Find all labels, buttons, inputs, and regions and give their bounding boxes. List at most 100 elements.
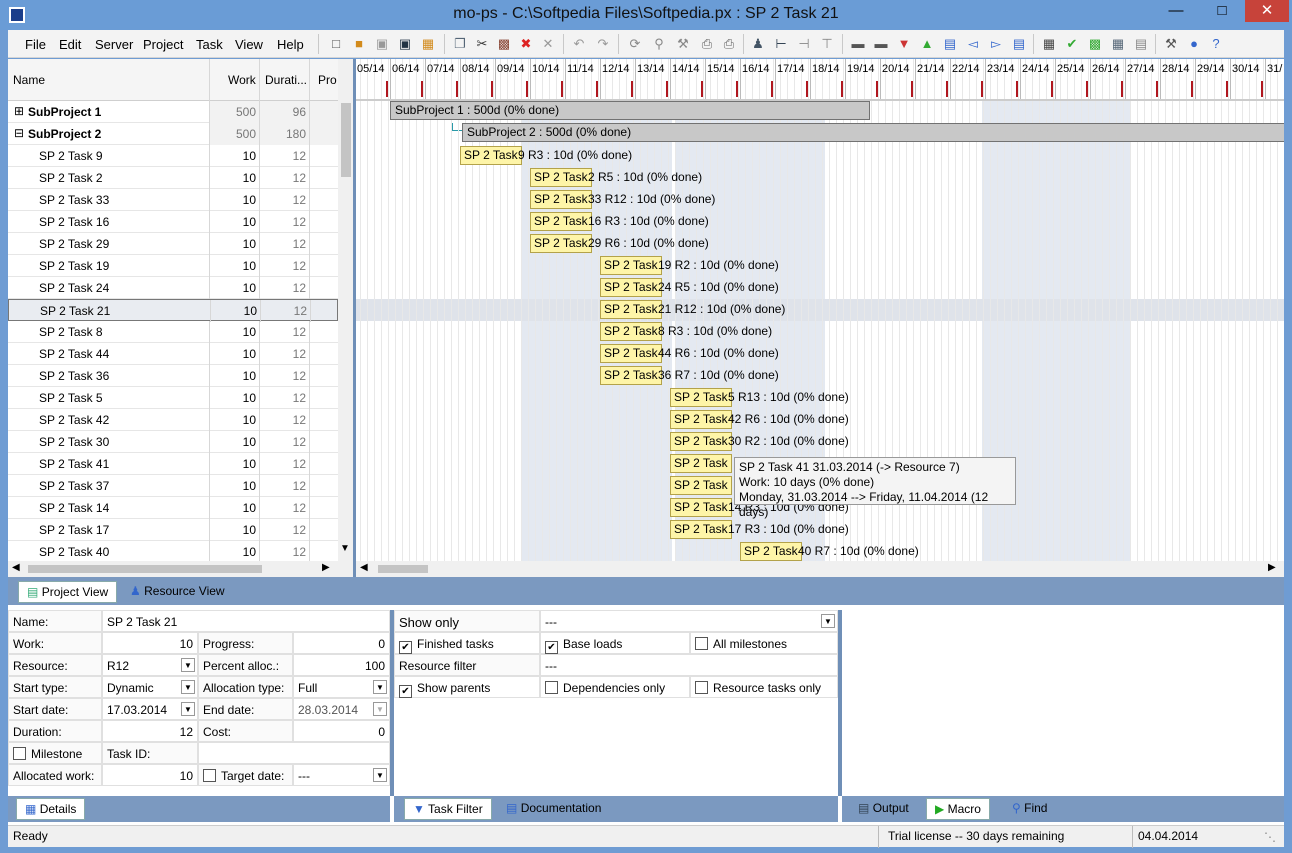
search-icon[interactable]: ⚲ (649, 34, 669, 54)
summary-bar[interactable]: SubProject 1 : 500d (0% done) (390, 101, 870, 120)
col-header-name[interactable]: Name (13, 73, 45, 87)
table-row[interactable]: SP 2 Task 5 10 12 (8, 387, 338, 409)
table-row[interactable]: SP 2 Task 40 10 12 (8, 541, 338, 561)
table-row[interactable]: SP 2 Task 36 10 12 (8, 365, 338, 387)
menu-file[interactable]: File (25, 37, 46, 52)
menu-server[interactable]: Server (95, 37, 133, 52)
checkbox-icon[interactable] (203, 769, 216, 782)
table-row[interactable]: SP 2 Task 9 10 12 (8, 145, 338, 167)
col-header-duration[interactable]: Durati... (265, 73, 307, 87)
task-bar[interactable]: SP 2 Task (460, 146, 522, 165)
table-row[interactable]: SP 2 Task 19 10 12 (8, 255, 338, 277)
cut-icon[interactable]: ✂ (472, 34, 492, 54)
show-only-select[interactable]: --- ▼ (540, 610, 838, 632)
shift-right-icon[interactable]: ▻ (986, 34, 1006, 54)
gantt-horizontal-scrollbar[interactable]: ◀ ▶ (356, 561, 1284, 577)
align-icon[interactable]: ▤ (940, 34, 960, 54)
scroll-down-icon[interactable]: ▼ (340, 543, 350, 554)
table-row[interactable]: SP 2 Task 41 10 12 (8, 453, 338, 475)
tab-output[interactable]: ▤ Output (850, 798, 917, 820)
level-icon[interactable]: ▤ (1009, 34, 1029, 54)
alloc-type-select[interactable]: Full ▼ (293, 676, 390, 698)
print-icon[interactable]: ⎙ (697, 34, 717, 54)
help-icon[interactable]: ? (1206, 34, 1226, 54)
show-parents-checkbox[interactable]: ✔ Show parents (394, 676, 540, 698)
table-row[interactable]: SP 2 Task 29 10 12 (8, 233, 338, 255)
link-icon[interactable]: ▬ (848, 34, 868, 54)
tab-project-view[interactable]: ▤ Project View (18, 581, 118, 603)
start-type-select[interactable]: Dynamic ▼ (102, 676, 198, 698)
scroll-left-icon[interactable]: ◀ (12, 562, 20, 573)
table-row[interactable]: SP 2 Task 21 10 12 (8, 299, 338, 322)
milestone-checkbox[interactable]: Milestone (8, 742, 102, 764)
save-icon[interactable]: ▣ (372, 34, 392, 54)
task-bar[interactable]: SP 2 Task (600, 344, 662, 363)
task-bar[interactable]: SP 2 Task (530, 190, 592, 209)
tab-resource-view[interactable]: ♟ Resource View (122, 581, 233, 603)
gantt-scroll-right-icon[interactable]: ▶ (1268, 562, 1276, 573)
tab-find[interactable]: ⚲ Find (1004, 798, 1055, 820)
user-tool-icon[interactable]: ♟ (748, 34, 768, 54)
alloc-work-field[interactable]: 10 (102, 764, 198, 786)
percent-alloc-field[interactable]: 100 (293, 654, 390, 676)
work-field[interactable]: 10 (102, 632, 198, 654)
calculator-icon[interactable]: ▦ (1039, 34, 1059, 54)
hierarchy-icon[interactable]: ▦ (418, 34, 438, 54)
scroll-right-icon[interactable]: ▶ (322, 562, 330, 573)
export-icon[interactable]: ▤ (1131, 34, 1151, 54)
dependencies-only-checkbox[interactable]: Dependencies only (540, 676, 690, 698)
finished-tasks-checkbox[interactable]: ✔ Finished tasks (394, 632, 540, 654)
chevron-down-icon[interactable]: ▼ (373, 680, 387, 694)
target-date-checkbox[interactable]: Target date: (198, 764, 293, 786)
task-bar[interactable]: SP 2 Task (670, 454, 732, 473)
resource-select[interactable]: R12 ▼ (102, 654, 198, 676)
checkbox-icon[interactable] (13, 747, 26, 760)
col-header-work[interactable]: Work (228, 73, 256, 87)
indent-icon[interactable]: ⊢ (771, 34, 791, 54)
base-loads-checkbox[interactable]: ✔ Base loads (540, 632, 690, 654)
chevron-down-icon[interactable]: ▼ (181, 702, 195, 716)
chat-icon[interactable]: ● (1184, 34, 1204, 54)
table-row[interactable]: SP 2 Task 37 10 12 (8, 475, 338, 497)
table-row[interactable]: SP 2 Task 24 10 12 (8, 277, 338, 299)
resource-filter-field[interactable]: --- (540, 654, 838, 676)
task-bar[interactable]: SP 2 Task (740, 542, 802, 561)
chevron-down-icon[interactable]: ▼ (373, 768, 387, 782)
copy-icon[interactable]: ❐ (450, 34, 470, 54)
move-up-icon[interactable]: ▲ (917, 34, 937, 54)
menu-view[interactable]: View (235, 37, 263, 52)
table-row[interactable]: SP 2 Task 17 10 12 (8, 519, 338, 541)
save-as-icon[interactable]: ▣ (395, 34, 415, 54)
name-field[interactable]: SP 2 Task 21 (102, 610, 390, 632)
task-bar[interactable]: SP 2 Task (530, 168, 592, 187)
table-row[interactable]: SP 2 Task 8 10 12 (8, 321, 338, 343)
task-bar[interactable]: SP 2 Task (670, 476, 732, 495)
task-bar[interactable]: SP 2 Task (600, 278, 662, 297)
table-row[interactable]: SP 2 Task 14 10 12 (8, 497, 338, 519)
menu-project[interactable]: Project (143, 37, 183, 52)
print-preview-icon[interactable]: ⎙ (719, 34, 739, 54)
settings-icon[interactable]: ⚒ (1161, 34, 1181, 54)
expand-icon[interactable]: ⊞ (14, 104, 24, 118)
table-row[interactable]: SP 2 Task 2 10 12 (8, 167, 338, 189)
calendar-icon[interactable]: ▦ (1108, 34, 1128, 54)
cost-field[interactable]: 0 (293, 720, 390, 742)
gantt-scroll-left-icon[interactable]: ◀ (360, 562, 368, 573)
start-date-field[interactable]: 17.03.2014 ▼ (102, 698, 198, 720)
chevron-down-icon[interactable]: ▼ (181, 658, 195, 672)
task-bar[interactable]: SP 2 Task (600, 322, 662, 341)
tools-icon[interactable]: ⚒ (673, 34, 693, 54)
task-bar[interactable]: SP 2 Task (670, 520, 732, 539)
grid-vertical-scrollbar[interactable]: ▼ (338, 59, 354, 561)
table-row[interactable]: SP 2 Task 42 10 12 (8, 409, 338, 431)
delete-icon[interactable]: ✖ (516, 34, 536, 54)
open-folder-icon[interactable]: ■ (349, 34, 369, 54)
table-row[interactable]: SP 2 Task 33 10 12 (8, 189, 338, 211)
maximize-button[interactable]: □ (1199, 0, 1245, 22)
menu-task[interactable]: Task (196, 37, 223, 52)
table-row[interactable]: SP 2 Task 44 10 12 (8, 343, 338, 365)
tab-task-filter[interactable]: ▼ Task Filter (404, 798, 492, 820)
tab-details[interactable]: ▦ Details (16, 798, 86, 820)
table-row[interactable]: SP 2 Task 30 10 12 (8, 431, 338, 453)
task-bar[interactable]: SP 2 Task (670, 410, 732, 429)
